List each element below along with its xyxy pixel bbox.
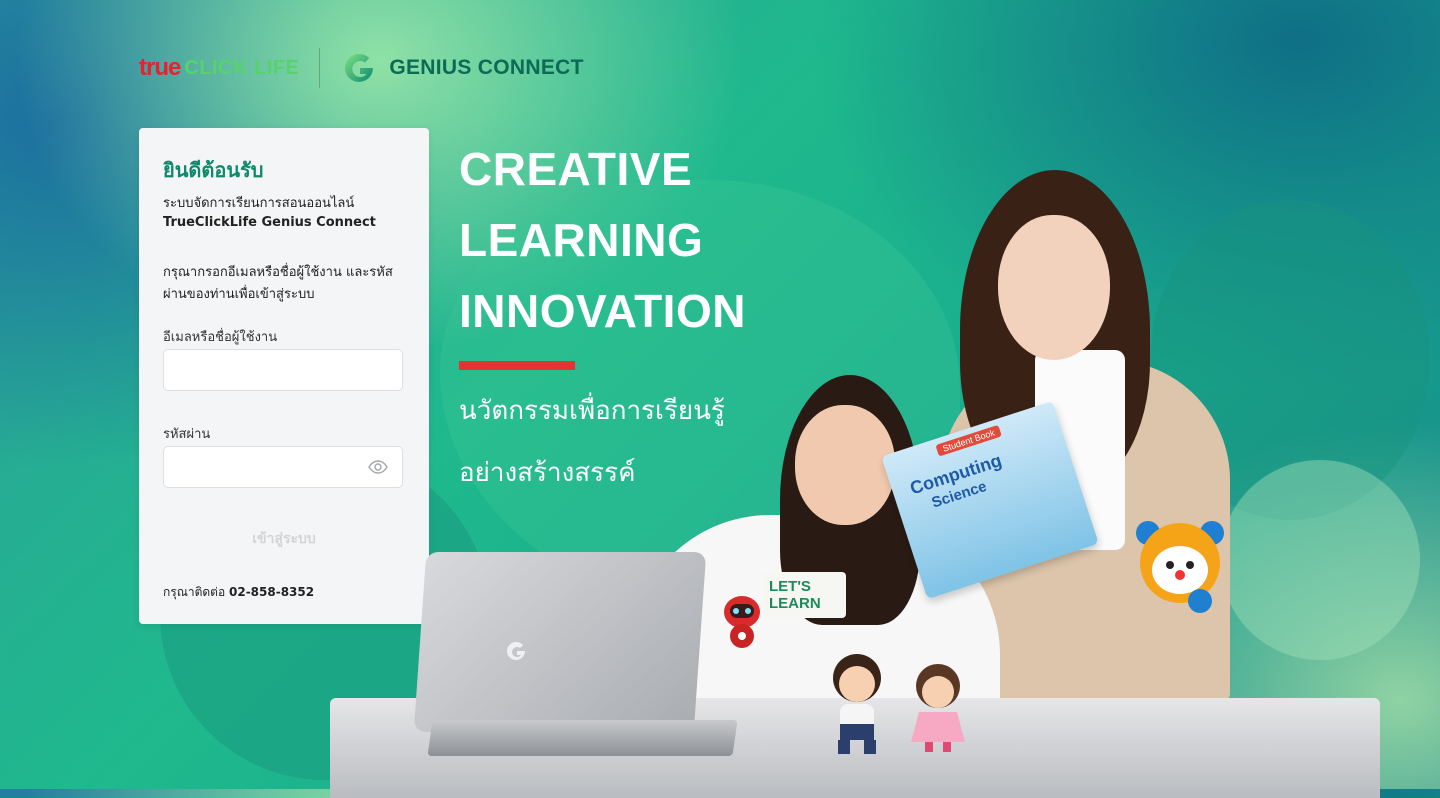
clicklife-logo: CLICK LIFE [184,56,300,79]
contact-info: กรุณาติดต่อ 02-858-8352 [163,583,314,602]
bg-blob [1220,460,1420,660]
password-input[interactable] [163,446,403,488]
username-input[interactable] [163,349,403,391]
brand-header: true CLICK LIFE GENIUS CONNECT [139,48,584,88]
system-subtitle: ระบบจัดการเรียนการสอนออนไลน์ [163,196,355,211]
show-password-eye-icon[interactable] [368,459,388,475]
genius-g-icon [345,53,374,82]
true-logo: true [139,54,181,81]
genius-connect-logo: GENIUS CONNECT [389,56,584,79]
contact-phone: 02-858-8352 [229,585,315,599]
login-instruction: กรุณากรอกอีเมลหรือชื่อผู้ใช้งาน และรหัสผ… [163,265,393,302]
login-card: ยินดีต้อนรับ ระบบจัดการเรียนการสอนออนไลน… [139,128,429,624]
welcome-title: ยินดีต้อนรับ [163,158,264,182]
sign-line-2: LEARN [769,595,821,612]
robot-mascot-icon [724,596,760,648]
girl-character-icon [911,664,965,752]
hero-line-1: CREATIVE [459,143,693,195]
laptop-g-icon [507,641,525,660]
sign-line-1: LET'S [769,578,811,595]
username-label: อีเมลหรือชื่อผู้ใช้งาน [163,330,278,345]
hero-line-3: INNOVATION [459,285,746,337]
login-button[interactable]: เข้าสู่ระบบ [139,528,429,550]
laptop [413,552,707,732]
boy-character-icon [833,654,881,754]
system-name: TrueClickLife Genius Connect [163,215,376,230]
bear-mascot-icon [1136,521,1224,613]
contact-prefix: กรุณาติดต่อ [163,585,226,599]
password-label: รหัสผ่าน [163,427,211,442]
logo-divider [319,48,321,88]
lets-learn-sign: LET'S LEARN [762,572,846,618]
hero-line-2: LEARNING [459,214,704,266]
hero-accent-bar [459,361,575,370]
laptop-base [427,720,738,756]
